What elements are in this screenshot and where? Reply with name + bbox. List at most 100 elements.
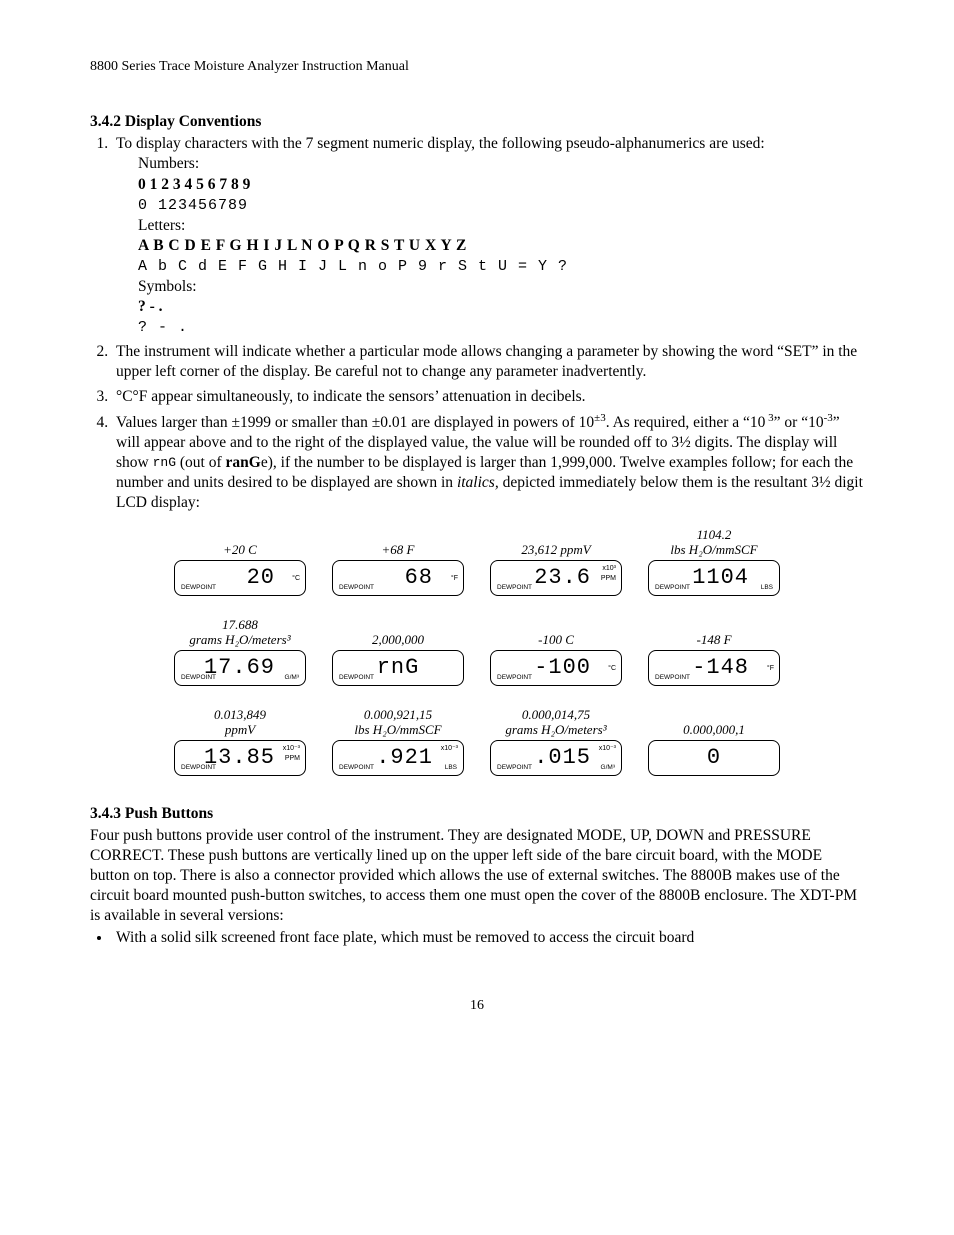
lcd-right-label: G/M³: [285, 674, 299, 682]
lcd-caption: 17.688grams H₂O/meters³: [189, 618, 290, 648]
lcd-value: 68: [405, 564, 433, 593]
lcd-panel: -148 °F DEWPOINT: [648, 650, 780, 686]
lcd-exponent: x10³: [602, 565, 616, 572]
lcd-panel: 17.69DEWPOINTG/M³: [174, 650, 306, 686]
lcd-exponent: x10⁻³: [599, 745, 616, 752]
sup-minus3: -3: [824, 412, 833, 424]
lcd-dewpoint-label: DEWPOINT: [181, 764, 216, 772]
lcd-caption: +68 F: [382, 528, 415, 558]
ordered-list-3-4-2: To display characters with the 7 segment…: [90, 134, 864, 513]
section-3-4-3-para: Four push buttons provide user control o…: [90, 826, 864, 927]
lcd-dewpoint-label: DEWPOINT: [497, 584, 532, 592]
lcd-value: .921: [376, 744, 433, 773]
lcd-value: 0: [649, 744, 779, 773]
lcd-caption: 0.000,000,1: [683, 708, 745, 738]
lcd-caption: -100 C: [538, 618, 574, 648]
italics-word: italics,: [457, 474, 499, 491]
lcd-panel: .921 x10⁻³ DEWPOINT LBS: [332, 740, 464, 776]
lcd-panel: 13.85x10⁻³PPMDEWPOINT: [174, 740, 306, 776]
lcd-right-label: LBS: [761, 584, 773, 592]
version-bullets: With a solid silk screened front face pl…: [90, 928, 864, 948]
list-item-4: Values larger than ±1999 or smaller than…: [112, 411, 864, 514]
sup-plus3: 3: [765, 412, 773, 424]
lcd-example-cell: +20 C 20 °C DEWPOINT: [170, 528, 310, 596]
lcd-panel: 0: [648, 740, 780, 776]
lcd-dewpoint-label: DEWPOINT: [655, 674, 690, 682]
lcd-exponent: x10⁻³: [441, 745, 458, 752]
lcd-example-cell: 2,000,000rnGDEWPOINT: [328, 618, 468, 686]
i4c: ” or “10: [774, 414, 824, 431]
bullet-1: With a solid silk screened front face pl…: [112, 928, 864, 948]
i4a: Values larger than ±1999 or smaller than…: [116, 414, 594, 431]
lcd-value: 20: [247, 564, 275, 593]
lcd-example-cell: 1104.2lbs H₂O/mmSCF 1104DEWPOINT LBS: [644, 528, 784, 596]
letters-seg: A b C d E F G H I J L n o P 9 r S t U = …: [138, 256, 864, 277]
page-number: 16: [90, 997, 864, 1015]
lcd-caption: 23,612 ppmV: [521, 528, 590, 558]
lcd-dewpoint-label: DEWPOINT: [339, 674, 374, 682]
lcd-value: 23.6: [534, 564, 591, 593]
lcd-dewpoint-label: DEWPOINT: [339, 584, 374, 592]
lcd-example-cell: 0.000,921,15lbs H₂O/mmSCF .921 x10⁻³ DEWPOI…: [328, 708, 468, 776]
lcd-unit: °C: [608, 665, 616, 672]
symbols-label: Symbols:: [138, 277, 864, 297]
item1-lead: To display characters with the 7 segment…: [116, 135, 765, 152]
lcd-example-cell: 17.688grams H₂O/meters³17.69DEWPOINTG/M³: [170, 618, 310, 686]
lcd-panel: rnGDEWPOINT: [332, 650, 464, 686]
letters-bold: A B C D E F G H I J L N O P Q R S T U X …: [138, 236, 864, 256]
lcd-value: 1104: [692, 564, 749, 593]
lcd-dewpoint-label: DEWPOINT: [497, 764, 532, 772]
conventions-block: Numbers: 0 1 2 3 4 5 6 7 8 9 0 123456789…: [138, 154, 864, 338]
lcd-unit: PPM: [285, 755, 300, 762]
lcd-caption: 1104.2lbs H₂O/mmSCF: [670, 528, 757, 558]
lcd-caption: -148 F: [696, 618, 731, 648]
lcd-unit: PPM: [601, 575, 616, 582]
lcd-right-label: G/M³: [601, 764, 615, 772]
i4e: (out of: [176, 454, 226, 471]
lcd-panel: .015 x10⁻³ DEWPOINT G/M³: [490, 740, 622, 776]
symbols-seg: ? - .: [138, 317, 864, 338]
lcd-panel: 23.6 x10³ PPM DEWPOINT: [490, 560, 622, 596]
lcd-example-cell: -100 C -100 °C DEWPOINT: [486, 618, 626, 686]
lcd-unit: °F: [767, 665, 774, 672]
lcd-example-cell: 23,612 ppmV 23.6 x10³ PPM DEWPOINT: [486, 528, 626, 596]
lcd-unit: °C: [292, 575, 300, 582]
list-item-2: The instrument will indicate whether a p…: [112, 342, 864, 382]
list-item-1: To display characters with the 7 segment…: [112, 134, 864, 338]
lcd-caption: +20 C: [223, 528, 257, 558]
lcd-example-cell: 0.000,014,75grams H₂O/meters³ .015 x10⁻³ DE…: [486, 708, 626, 776]
lcd-caption: 0.000,014,75grams H₂O/meters³: [505, 708, 606, 738]
lcd-panel: 1104DEWPOINT LBS: [648, 560, 780, 596]
lcd-panel: -100 °C DEWPOINT: [490, 650, 622, 686]
ranG-word: ranG: [226, 454, 261, 471]
numbers-bold: 0 1 2 3 4 5 6 7 8 9: [138, 175, 864, 195]
lcd-dewpoint-label: DEWPOINT: [339, 764, 374, 772]
lcd-caption: 0.013,849ppmV: [214, 708, 266, 738]
numbers-seg: 0 123456789: [138, 195, 864, 216]
lcd-panel: 20 °C DEWPOINT: [174, 560, 306, 596]
lcd-examples-grid: +20 C20°CDEWPOINT+68 F68°FDEWPOINT23,612…: [90, 528, 864, 776]
rng-seg-inline: rnG: [153, 455, 176, 470]
section-3-4-3-heading: 3.4.3 Push Buttons: [90, 804, 864, 824]
lcd-dewpoint-label: DEWPOINT: [655, 584, 690, 592]
letters-label: Letters:: [138, 216, 864, 236]
lcd-value: -100: [534, 654, 591, 683]
lcd-caption: 0.000,921,15lbs H₂O/mmSCF: [354, 708, 441, 738]
lcd-caption: 2,000,000: [372, 618, 424, 648]
lcd-value: -148: [692, 654, 749, 683]
lcd-panel: 68 °F DEWPOINT: [332, 560, 464, 596]
lcd-right-label: LBS: [445, 764, 457, 772]
lcd-unit: °F: [451, 575, 458, 582]
lcd-dewpoint-label: DEWPOINT: [181, 674, 216, 682]
i4b: . As required, either a “10: [606, 414, 766, 431]
lcd-dewpoint-label: DEWPOINT: [181, 584, 216, 592]
lcd-dewpoint-label: DEWPOINT: [497, 674, 532, 682]
lcd-value: .015: [534, 744, 591, 773]
lcd-exponent: x10⁻³: [283, 745, 300, 752]
list-item-3: °C°F appear simultaneously, to indicate …: [112, 387, 864, 407]
lcd-example-cell: 0.013,849ppmV13.85x10⁻³PPMDEWPOINT: [170, 708, 310, 776]
symbols-bold: ? - .: [138, 297, 864, 317]
pm3-sup: ±3: [594, 412, 606, 424]
lcd-example-cell: -148 F -148 °F DEWPOINT: [644, 618, 784, 686]
lcd-example-cell: +68 F 68 °F DEWPOINT: [328, 528, 468, 596]
